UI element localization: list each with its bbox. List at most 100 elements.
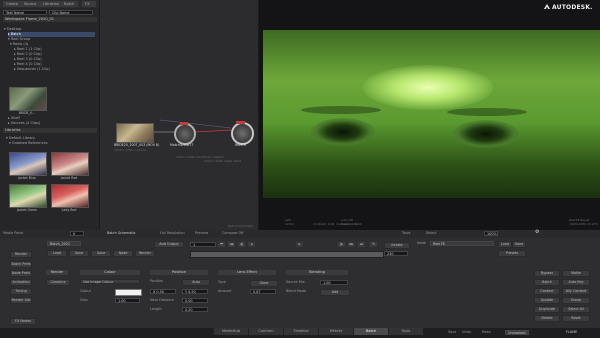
- tree-item-sources[interactable]: ▸ Sources (4 Clips): [8, 121, 95, 126]
- colour-swatch[interactable]: [115, 289, 142, 296]
- viewer-image[interactable]: [263, 30, 600, 198]
- delete-button[interactable]: Delete: [534, 315, 560, 322]
- text-name-search[interactable]: Text Name: [3, 10, 47, 15]
- tree-item-batch[interactable]: ▸ Batch: [8, 32, 95, 37]
- go-end-icon[interactable]: ⏭: [358, 242, 365, 247]
- tab-tools[interactable]: Tools: [388, 328, 423, 335]
- save-as-button[interactable]: Save: [91, 250, 111, 257]
- batch-schematic-button[interactable]: Batch Schematic: [107, 231, 136, 236]
- gear-icon[interactable]: ⚙: [535, 230, 539, 235]
- clip-thumbnail[interactable]: [9, 87, 47, 111]
- tree-item-reel-4[interactable]: ▸ Reel 4 (0 Clip): [14, 62, 95, 67]
- full-resolution-button[interactable]: Full Resolution: [160, 231, 185, 236]
- timeline-bar[interactable]: [190, 251, 384, 258]
- step-forward-icon[interactable]: |▸: [338, 242, 345, 247]
- end-frame-field[interactable]: 230: [384, 251, 408, 256]
- marked-dropdown[interactable]: Unmarked: [505, 330, 529, 335]
- zoom-field[interactable]: 100%: [484, 231, 498, 236]
- tab-batch-bottom[interactable]: Batch: [353, 328, 388, 335]
- batch-schematic[interactable]: BRIDE20_2007_003 (MOV 8) 1920 x 1080 x 2…: [100, 0, 258, 230]
- select-button[interactable]: Select: [426, 231, 436, 236]
- tree-item-reels[interactable]: ▾ Reels (4): [10, 42, 95, 47]
- reset-button[interactable]: Reset: [562, 315, 590, 322]
- step-back-icon[interactable]: ◂|: [238, 242, 245, 247]
- node-name-field[interactable]: Reel78: [430, 241, 494, 246]
- save-preset-button[interactable]: Save: [512, 241, 526, 248]
- timing-button[interactable]: Timing: [10, 288, 32, 295]
- start-frame-field[interactable]: 1: [190, 242, 216, 247]
- ref-thumb-jacket-green[interactable]: [9, 184, 47, 208]
- ref-thumb-lady-red[interactable]: [51, 184, 89, 208]
- ally-context-button[interactable]: Ally Context: [562, 288, 590, 295]
- add-output-button[interactable]: Add Output: [154, 241, 184, 248]
- load-button[interactable]: Load: [47, 250, 67, 257]
- tree-item-desktop[interactable]: ▾ Desktop: [4, 27, 95, 32]
- redo-button[interactable]: Redo: [482, 330, 491, 335]
- combine-dropdown[interactable]: Combine: [46, 279, 70, 286]
- fx-nodes-button[interactable]: FX Nodes: [10, 318, 36, 325]
- preview-button[interactable]: Preview: [195, 231, 208, 236]
- colour-mode-dropdown[interactable]: Use Image Colour: [80, 279, 140, 284]
- render-top-button[interactable]: Render: [135, 250, 155, 257]
- position-mode-dropdown[interactable]: Auto: [182, 279, 210, 286]
- iterate-button[interactable]: Iterate: [384, 242, 410, 249]
- position-y-field[interactable]: Y 0.50: [182, 289, 208, 294]
- clip-name-field[interactable]: Batch_2021: [47, 241, 81, 246]
- tree-item-default-library[interactable]: ▾ Default Library: [6, 136, 95, 141]
- tab-librarian[interactable]: Librarian: [40, 1, 62, 7]
- tree-item-reel-group[interactable]: ▾ Reel Group: [8, 37, 95, 42]
- tab-conform[interactable]: Conform: [248, 328, 283, 335]
- media-panel-label[interactable]: Media Panel: [3, 231, 23, 236]
- source-mix-field[interactable]: 1.00: [320, 280, 348, 285]
- batch-prefs-button[interactable]: Batch Prefs: [10, 261, 32, 268]
- source-clip-node[interactable]: [116, 123, 154, 143]
- tree-item-sequences[interactable]: ▸ Sequences (1 Clip): [14, 67, 95, 72]
- load-preset-button[interactable]: Load: [498, 241, 512, 248]
- select-all-button[interactable]: Select All: [562, 306, 590, 313]
- loop-icon[interactable]: ↻: [370, 242, 377, 247]
- length-field[interactable]: 0.20: [182, 307, 208, 312]
- node-button[interactable]: Node: [113, 250, 133, 257]
- tab-timeline[interactable]: Timeline: [283, 328, 318, 335]
- tree-item-grabbed-references[interactable]: ▾ Grabbed References: [9, 141, 95, 146]
- tree-item-reel-3[interactable]: ▸ Reel 3 (0 Clip): [14, 57, 95, 62]
- context-button[interactable]: Context: [534, 288, 560, 295]
- bypass-button[interactable]: Bypass: [534, 270, 560, 277]
- tab-create[interactable]: Create: [3, 1, 21, 7]
- duplicate-button[interactable]: Duplicate: [534, 306, 560, 313]
- presets-button[interactable]: Presets: [498, 250, 526, 257]
- clip-name-search[interactable]: Clip Name: [49, 10, 93, 15]
- gain-field[interactable]: 1.00: [115, 298, 140, 303]
- near-distance-field[interactable]: 0.00: [182, 298, 208, 303]
- tree-item-reel-1[interactable]: ▸ Reel 1 (1 Clip): [14, 47, 95, 52]
- frame-field[interactable]: 0: [70, 231, 84, 236]
- render-button[interactable]: Render: [10, 251, 32, 258]
- tools-button[interactable]: Tools: [402, 231, 410, 236]
- tab-source[interactable]: Source: [21, 1, 41, 7]
- type-dropdown[interactable]: Glare: [250, 280, 278, 287]
- blend-mode-dropdown[interactable]: Add: [320, 289, 350, 296]
- undo-button[interactable]: Undo: [462, 330, 471, 335]
- auto-key-button[interactable]: Auto Key: [562, 279, 590, 286]
- amount-field[interactable]: 0.67: [250, 289, 276, 294]
- node-prefs-button[interactable]: Node Prefs: [10, 270, 32, 277]
- position-x-field[interactable]: X 0.50: [150, 289, 176, 294]
- update-button[interactable]: Update: [534, 297, 560, 304]
- compare-button[interactable]: Compare Off: [222, 231, 243, 236]
- matte-button[interactable]: Matte: [562, 270, 590, 277]
- save-button[interactable]: Save: [69, 250, 89, 257]
- tree-item-shelf[interactable]: ▸ Shelf: [8, 116, 95, 121]
- save-status-button[interactable]: Save: [448, 330, 456, 335]
- animation-button[interactable]: Animation: [10, 279, 32, 286]
- tree-item-reel-2[interactable]: ▸ Reel 2 (0 Clip): [14, 52, 95, 57]
- next-key-icon[interactable]: ▸▸: [348, 242, 355, 247]
- tab-effects[interactable]: Effects: [318, 328, 353, 335]
- play-icon[interactable]: ▸: [296, 242, 303, 247]
- tab-fx[interactable]: FX: [82, 1, 96, 7]
- group-button[interactable]: Group: [562, 297, 590, 304]
- play-back-icon[interactable]: ◂: [248, 242, 255, 247]
- tab-batch[interactable]: Batch: [61, 1, 78, 7]
- go-start-icon[interactable]: ⏮: [218, 242, 225, 247]
- tab-mediahub[interactable]: MediaHub: [213, 328, 248, 335]
- ref-thumb-jacket-red[interactable]: [51, 152, 89, 176]
